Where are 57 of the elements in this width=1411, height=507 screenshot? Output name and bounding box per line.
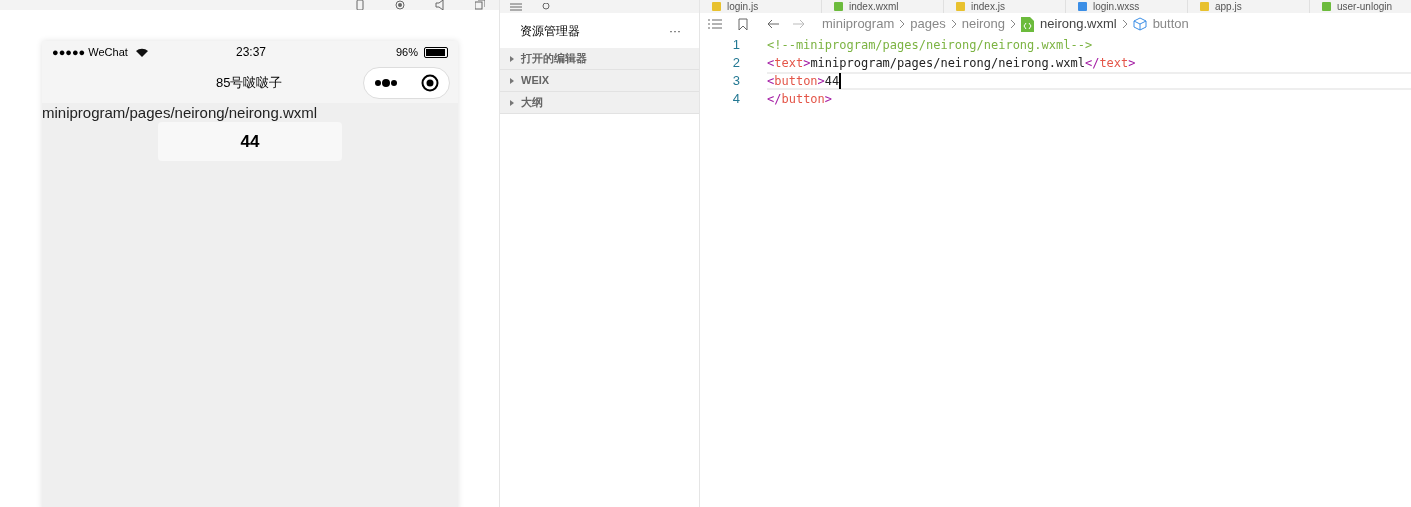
editor-tab[interactable]: index.wxml: [822, 0, 944, 13]
battery-label: 96%: [395, 44, 418, 60]
chevron-icon: [899, 19, 906, 29]
text-cursor: [839, 73, 842, 89]
copy-icon[interactable]: [475, 0, 485, 10]
record-icon[interactable]: [395, 0, 405, 10]
file-icon: [1322, 2, 1331, 11]
editor-tab[interactable]: index.js: [944, 0, 1066, 13]
file-icon: [1021, 16, 1035, 32]
wifi-icon: [136, 47, 148, 57]
line-number: 4: [731, 90, 740, 109]
file-icon: [1078, 2, 1087, 11]
editor-tab[interactable]: app.js: [1188, 0, 1310, 13]
cube-icon: [1132, 17, 1147, 31]
explorer-section[interactable]: 大纲: [500, 92, 699, 114]
file-icon: [712, 2, 721, 11]
page-text: miniprogram/pages/neirong/neirong.wxml: [42, 104, 319, 122]
search-icon[interactable]: [542, 2, 552, 11]
line-number: 3: [731, 72, 740, 91]
file-icon: [956, 2, 965, 11]
more-button[interactable]: ···: [669, 21, 681, 40]
editor-tab[interactable]: login.wxss: [1066, 0, 1188, 13]
code-line: </button>: [767, 91, 834, 108]
explorer-section[interactable]: 打开的编辑器: [500, 48, 699, 70]
clock-label: 23:37: [236, 44, 267, 61]
list-icon[interactable]: [510, 2, 522, 11]
breadcrumb-item[interactable]: neirong.wxml: [1040, 14, 1117, 34]
breadcrumb-item[interactable]: miniprogram: [822, 14, 895, 34]
breadcrumb-item[interactable]: button: [1152, 14, 1189, 34]
bookmark-icon[interactable]: [738, 17, 748, 31]
battery-icon: [424, 46, 448, 58]
code-line: <text>miniprogram/pages/neirong/neirong.wxml</text>: [767, 55, 1137, 72]
file-icon: [1200, 2, 1209, 11]
chevron-icon: [950, 19, 957, 29]
capsule-menu[interactable]: [363, 67, 450, 99]
chevron-icon: [1121, 19, 1128, 29]
breadcrumb-item[interactable]: pages: [910, 14, 946, 34]
code-line: <button>44: [767, 72, 1411, 90]
page-button[interactable]: 44: [158, 122, 342, 161]
page-title: 85号啵啵子: [216, 74, 283, 93]
list-icon[interactable]: [708, 19, 722, 29]
explorer-title: 资源管理器: [520, 22, 580, 40]
line-number: 1: [731, 36, 740, 55]
code-line: <!--miniprogram/pages/neirong/neirong.wxml-->: [767, 37, 1094, 54]
file-icon: [834, 2, 843, 11]
carrier-label: ●●●●● WeChat: [52, 44, 129, 60]
record-icon: [421, 74, 439, 92]
editor-tab[interactable]: user-unlogin: [1310, 0, 1411, 13]
chevron-icon: [1010, 19, 1017, 29]
breadcrumb-item[interactable]: neirong: [961, 14, 1006, 34]
line-number: 2: [731, 54, 740, 73]
speaker-icon[interactable]: [435, 0, 445, 10]
phone-icon[interactable]: [355, 0, 365, 10]
more-icon: [374, 79, 398, 87]
explorer-section[interactable]: WEIX: [500, 70, 699, 92]
editor-tab[interactable]: login.js: [700, 0, 822, 13]
back-arrow-icon[interactable]: [766, 19, 780, 29]
